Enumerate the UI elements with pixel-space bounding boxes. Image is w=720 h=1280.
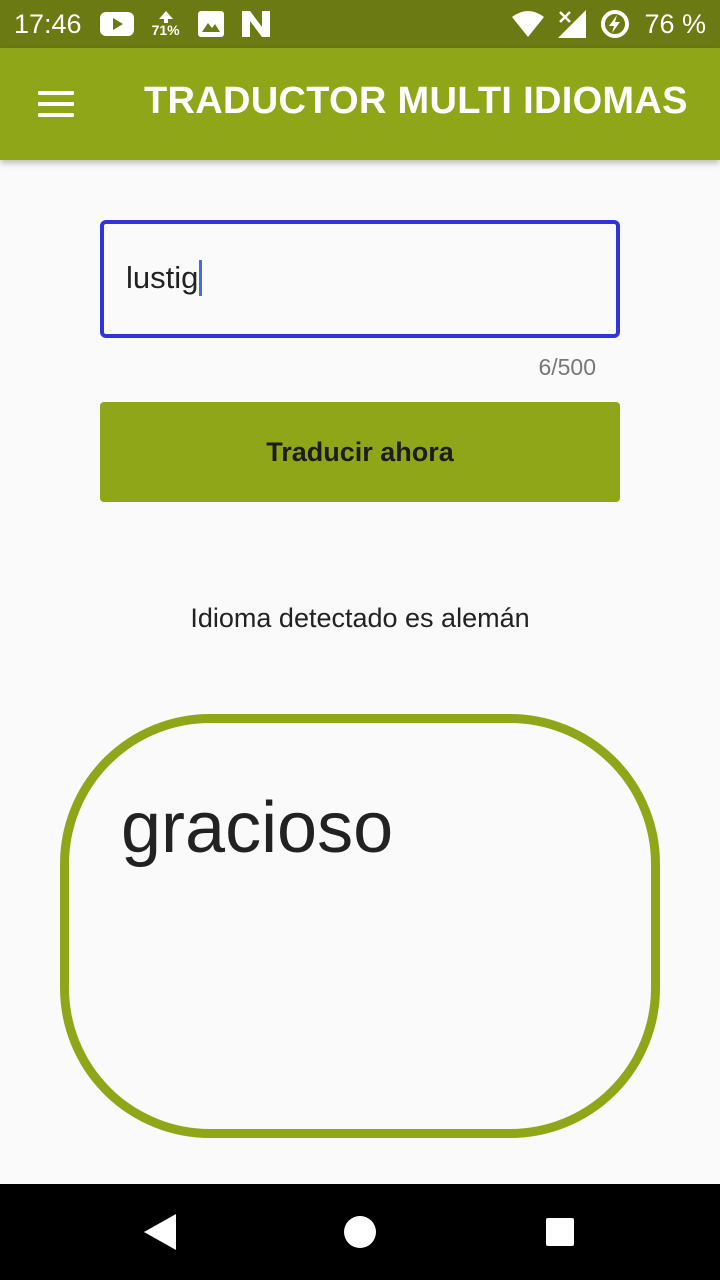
app-title: TRADUCTOR MULTI IDIOMAS (144, 80, 688, 122)
battery-charging-icon (600, 9, 630, 39)
back-icon[interactable] (144, 1214, 178, 1250)
home-icon[interactable] (344, 1216, 376, 1248)
app-bar: TRADUCTOR MULTI IDIOMAS (0, 48, 720, 160)
battery-percent: 76 % (644, 8, 706, 39)
data-usage-icon: 71% (152, 11, 180, 37)
input-value[interactable]: lustig (126, 260, 198, 296)
hamburger-menu-icon[interactable] (28, 84, 84, 124)
image-icon (197, 11, 224, 37)
status-bar: 17:46 71% 76 % (0, 0, 720, 48)
status-time: 17:46 (14, 8, 82, 39)
recents-icon[interactable] (546, 1218, 574, 1246)
translate-button[interactable]: Traducir ahora (100, 402, 620, 502)
youtube-icon (99, 12, 134, 36)
input-value-wrapper[interactable]: lustig (126, 260, 203, 296)
detected-language-text: Idioma detectado es alemán (190, 603, 530, 633)
translation-result-text: gracioso (121, 788, 394, 868)
status-left: 17:46 71% (14, 9, 270, 40)
navigation-bar (0, 1184, 720, 1280)
text-caret (199, 260, 203, 296)
character-counter: 6/500 (538, 354, 596, 380)
text-input-field[interactable]: lustig (100, 220, 620, 338)
status-right: 76 % (512, 9, 706, 40)
cell-signal-icon (558, 10, 587, 38)
data-usage-percent: 71% (151, 22, 180, 38)
n-icon (241, 11, 270, 37)
translation-result-box: gracioso (60, 714, 660, 1138)
wifi-icon (512, 11, 545, 37)
